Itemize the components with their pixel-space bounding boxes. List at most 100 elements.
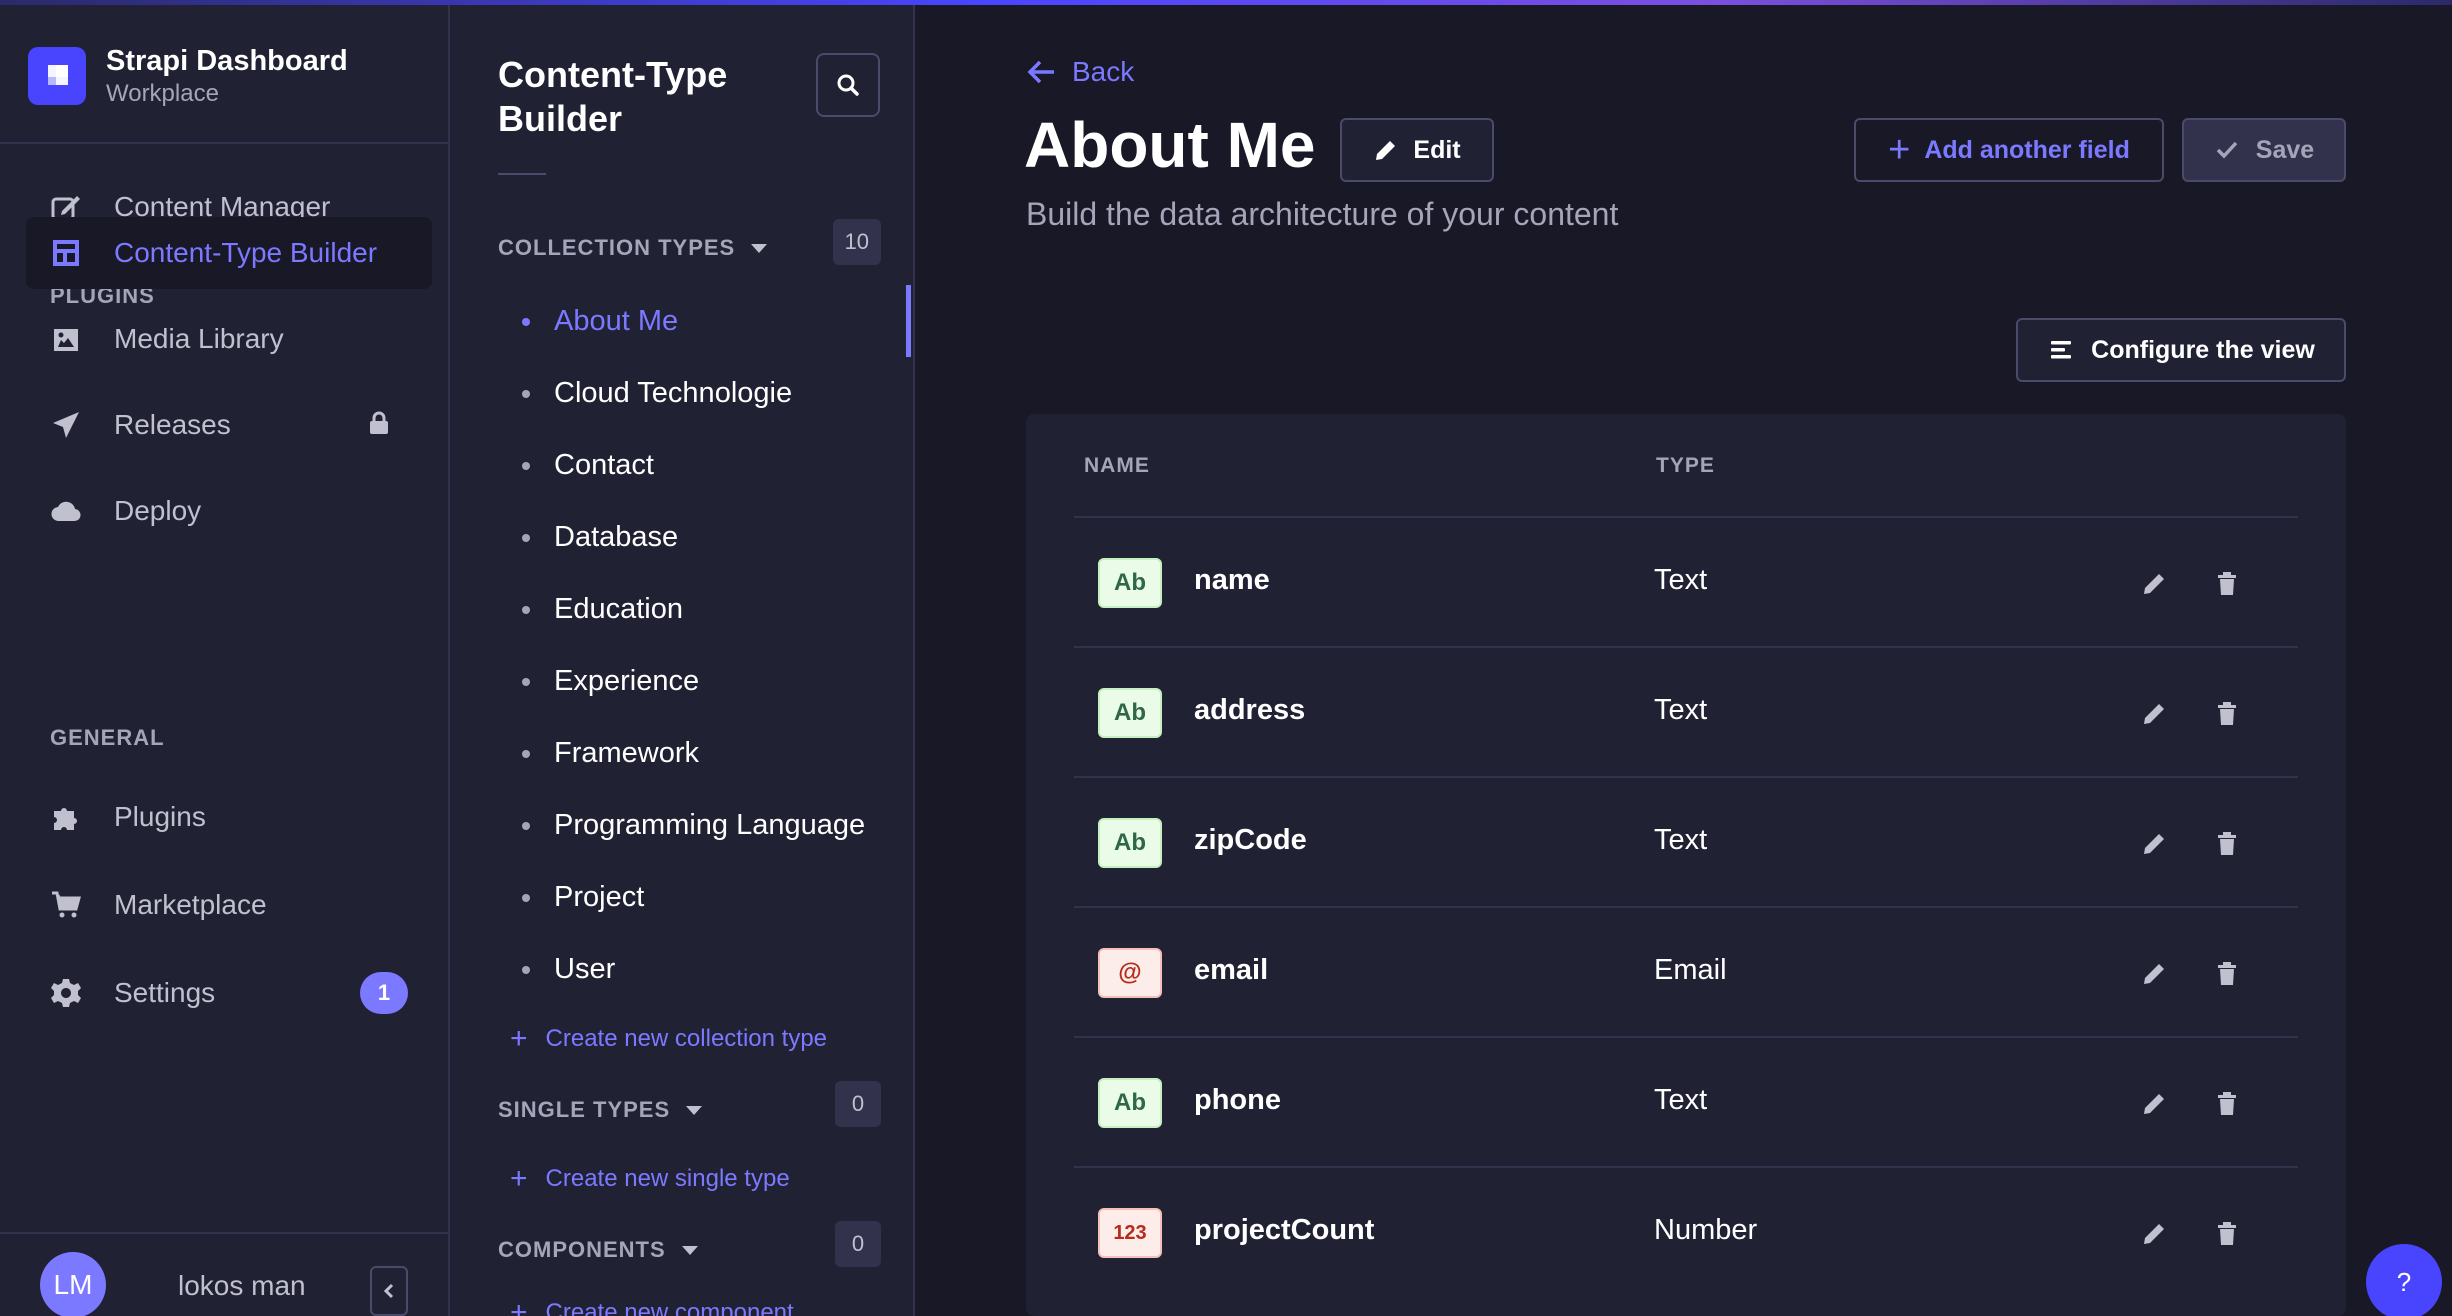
components-count-badge: 0 (835, 1221, 881, 1267)
save-button[interactable]: Save (2182, 118, 2346, 182)
collection-item[interactable]: Database (522, 521, 678, 554)
field-name: address (1194, 694, 1306, 726)
table-row[interactable]: Ab zipCode Text (1074, 776, 2298, 906)
active-item-indicator (906, 285, 911, 357)
collection-types-heading: COLLECTION TYPES (498, 235, 736, 260)
nav-item-marketplace[interactable]: Marketplace (26, 869, 432, 941)
collection-item[interactable]: Contact (522, 449, 654, 482)
avatar[interactable]: LM (40, 1252, 106, 1316)
nav-label: Settings (114, 977, 216, 1008)
table-row[interactable]: Ab address Text (1074, 646, 2298, 776)
table-row[interactable]: @ email Email (1074, 906, 2298, 1036)
item-label: Education (554, 593, 683, 625)
create-collection-type-link[interactable]: + Create new collection type (510, 1022, 827, 1055)
help-button[interactable]: ? (2366, 1244, 2442, 1316)
item-label: Contact (554, 449, 654, 481)
edit-field-button[interactable] (2138, 826, 2172, 860)
create-component-link[interactable]: + Create new component (510, 1298, 794, 1316)
edit-button[interactable]: Edit (1340, 118, 1494, 182)
configure-view-button[interactable]: Configure the view (2016, 318, 2346, 382)
add-field-label: Add another field (1924, 135, 2130, 164)
paper-plane-icon (48, 407, 84, 443)
caret-down-icon (686, 1105, 703, 1115)
edit-field-button[interactable] (2138, 696, 2172, 730)
pencil-icon (2144, 834, 2164, 854)
main-nav: Strapi Dashboard Workplace Content Manag… (0, 5, 450, 1316)
pencil-icon (2144, 704, 2164, 724)
edit-field-button[interactable] (2138, 1216, 2172, 1250)
collection-item[interactable]: Cloud Technologie (522, 377, 792, 410)
pencil-icon (2144, 574, 2164, 594)
delete-field-button[interactable] (2210, 956, 2244, 990)
collection-count-badge: 10 (832, 219, 881, 265)
nav-item-deploy[interactable]: Deploy (26, 475, 432, 547)
collection-item[interactable]: Framework (522, 737, 699, 770)
text-type-icon: Ab (1098, 688, 1162, 738)
lock-icon (366, 410, 392, 441)
plus-icon: + (510, 1162, 528, 1195)
field-type: Text (1654, 824, 1708, 856)
collection-types-toggle[interactable]: COLLECTION TYPES (498, 235, 768, 261)
collection-item-about-me[interactable]: About Me (522, 305, 678, 338)
configure-label: Configure the view (2091, 335, 2315, 364)
collection-item[interactable]: Education (522, 593, 683, 626)
chevron-left-icon (383, 1283, 394, 1299)
item-label: Cloud Technologie (554, 377, 793, 409)
search-button[interactable] (816, 53, 880, 117)
edit-field-button[interactable] (2138, 956, 2172, 990)
delete-field-button[interactable] (2210, 566, 2244, 600)
nav-label: Marketplace (114, 889, 267, 920)
collection-item[interactable]: Programming Language (522, 809, 865, 842)
collection-item[interactable]: Project (522, 881, 644, 914)
save-label: Save (2255, 135, 2315, 164)
collection-item[interactable]: User (522, 953, 615, 986)
field-type: Email (1654, 954, 1727, 986)
back-link[interactable]: Back (1024, 54, 1134, 90)
nav-item-media-library[interactable]: Media Library (26, 303, 432, 375)
nav-item-plugins[interactable]: Plugins (26, 781, 432, 853)
brand-title: Strapi Dashboard (106, 45, 348, 77)
edit-field-button[interactable] (2138, 1086, 2172, 1120)
collection-item[interactable]: Experience (522, 665, 699, 698)
collapse-nav-button[interactable] (370, 1266, 408, 1316)
field-name: name (1194, 564, 1270, 596)
plus-icon: + (510, 1022, 528, 1055)
item-label: Programming Language (554, 809, 866, 841)
layout-icon (48, 235, 84, 271)
check-icon (2216, 141, 2238, 159)
create-single-type-link[interactable]: + Create new single type (510, 1162, 790, 1195)
caret-down-icon (751, 243, 768, 253)
notification-badge: 1 (360, 972, 408, 1014)
number-type-icon: 123 (1098, 1208, 1162, 1258)
single-count-badge: 0 (835, 1081, 881, 1127)
shopping-cart-icon (48, 887, 84, 923)
single-types-toggle[interactable]: SINGLE TYPES (498, 1097, 703, 1123)
delete-field-button[interactable] (2210, 826, 2244, 860)
edit-label: Edit (1413, 135, 1461, 164)
nav-item-settings[interactable]: Settings 1 (26, 957, 432, 1029)
delete-field-button[interactable] (2210, 1216, 2244, 1250)
delete-field-button[interactable] (2210, 696, 2244, 730)
trash-icon (2218, 1092, 2236, 1115)
field-name: email (1194, 954, 1269, 986)
nav-item-content-type-builder[interactable]: Content-Type Builder (26, 217, 432, 289)
nav-item-releases[interactable]: Releases (26, 389, 432, 461)
trash-icon (2218, 832, 2236, 855)
delete-field-button[interactable] (2210, 1086, 2244, 1120)
components-toggle[interactable]: COMPONENTS (498, 1237, 698, 1263)
table-row[interactable]: 123 projectCount Number (1074, 1166, 2298, 1296)
brand: Strapi Dashboard Workplace (28, 43, 348, 109)
item-label: Project (554, 881, 645, 913)
section-heading-general: GENERAL (50, 725, 165, 750)
divider (0, 1232, 448, 1234)
edit-field-button[interactable] (2138, 566, 2172, 600)
text-type-icon: Ab (1098, 818, 1162, 868)
page-title: About Me (1024, 109, 1316, 181)
add-another-field-button[interactable]: + Add another field (1854, 118, 2164, 182)
search-icon (837, 74, 859, 96)
table-row[interactable]: Ab name Text (1074, 516, 2298, 646)
user-name[interactable]: lokos man (178, 1270, 306, 1302)
brand-subtitle: Workplace (106, 80, 219, 107)
table-row[interactable]: Ab phone Text (1074, 1036, 2298, 1166)
divider (498, 173, 546, 175)
